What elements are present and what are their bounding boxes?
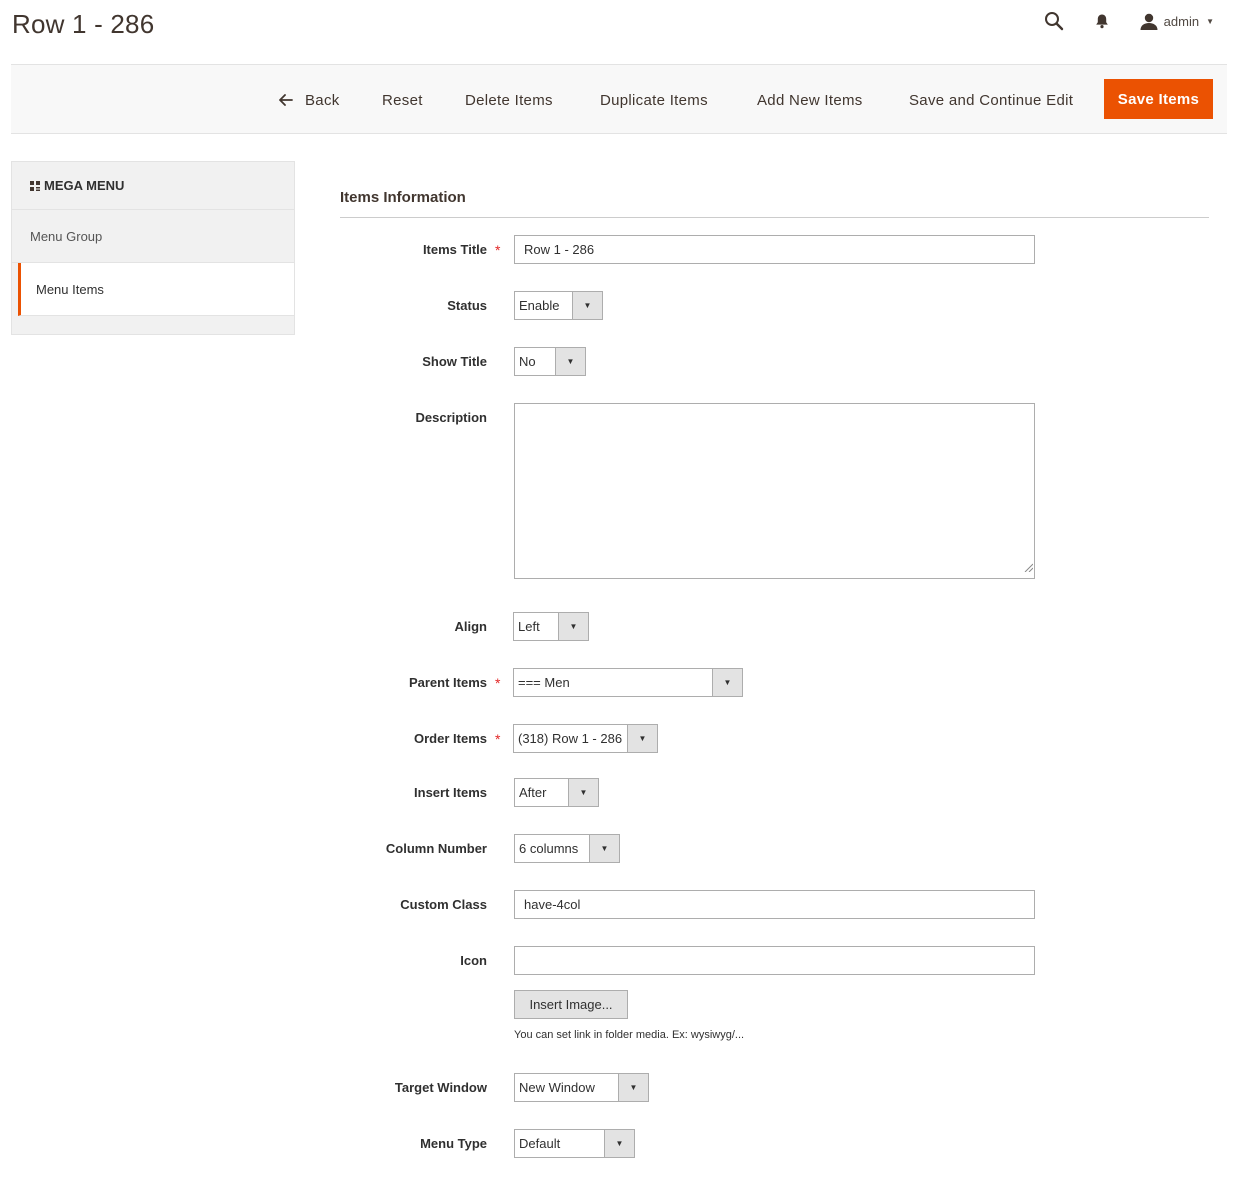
insert-items-label: Insert Items: [414, 785, 487, 800]
required-marker: *: [495, 675, 501, 691]
column-number-select[interactable]: 6 columns ▼: [514, 834, 620, 863]
target-window-label: Target Window: [394, 1080, 487, 1095]
target-window-value: New Window: [519, 1080, 595, 1095]
duplicate-items-button[interactable]: Duplicate Items: [600, 65, 708, 135]
show-title-value: No: [519, 354, 536, 369]
section-title: Items Information: [340, 189, 466, 206]
back-label: Back: [305, 91, 340, 109]
chevron-down-icon: ▼: [568, 779, 598, 806]
items-title-input[interactable]: Row 1 - 286: [514, 235, 1035, 264]
icon-label: Icon: [460, 953, 487, 968]
required-marker: *: [495, 731, 501, 747]
icon-input[interactable]: [514, 946, 1035, 975]
insert-items-value: After: [519, 785, 547, 800]
menu-type-label: Menu Type: [420, 1136, 487, 1151]
target-window-select[interactable]: New Window ▼: [514, 1073, 649, 1102]
chevron-down-icon: ▼: [572, 292, 602, 319]
insert-items-select[interactable]: After ▼: [514, 778, 599, 807]
show-title-label: Show Title: [422, 354, 487, 369]
delete-items-button[interactable]: Delete Items: [465, 65, 553, 135]
back-button[interactable]: Back: [279, 65, 340, 135]
align-select[interactable]: Left ▼: [513, 612, 589, 641]
chevron-down-icon: ▼: [712, 669, 742, 696]
reset-button[interactable]: Reset: [382, 65, 423, 135]
arrow-left-icon: [279, 94, 293, 106]
user-icon: [1140, 13, 1158, 30]
chevron-down-icon: ▼: [627, 725, 657, 752]
icon-note: You can set link in folder media. Ex: wy…: [514, 1029, 745, 1041]
section-divider: [340, 217, 1209, 218]
column-number-label: Column Number: [385, 841, 487, 856]
page-title: Row 1 - 286: [12, 9, 155, 39]
align-label: Align: [454, 619, 488, 634]
required-marker: *: [495, 242, 501, 258]
insert-image-button[interactable]: Insert Image...: [514, 990, 628, 1019]
sidebar-item-menu-items[interactable]: Menu Items: [18, 263, 294, 316]
order-items-select[interactable]: (318) Row 1 - 286 ▼: [513, 724, 658, 753]
chevron-down-icon: ▼: [604, 1130, 634, 1157]
user-menu[interactable]: admin ▼: [1140, 13, 1214, 30]
sidebar-heading-label: MEGA MENU: [44, 178, 125, 193]
align-value: Left: [518, 619, 540, 634]
save-and-continue-button[interactable]: Save and Continue Edit: [909, 65, 1073, 135]
items-title-label: Items Title: [422, 242, 487, 257]
custom-class-input[interactable]: have-4col: [514, 890, 1035, 919]
status-select[interactable]: Enable ▼: [514, 291, 603, 320]
order-items-label: Order Items: [414, 731, 487, 746]
chevron-down-icon: ▼: [558, 613, 588, 640]
menu-type-select[interactable]: Default ▼: [514, 1129, 635, 1158]
mega-menu-icon: [30, 180, 40, 191]
chevron-down-icon: ▼: [618, 1074, 648, 1101]
chevron-down-icon: ▼: [589, 835, 619, 862]
search-icon[interactable]: [1042, 9, 1066, 33]
status-label: Status: [447, 298, 487, 313]
description-label: Description: [415, 410, 487, 425]
parent-items-label: Parent Items: [408, 675, 487, 690]
add-new-items-button[interactable]: Add New Items: [757, 65, 863, 135]
show-title-select[interactable]: No ▼: [514, 347, 586, 376]
description-textarea[interactable]: [514, 403, 1035, 579]
sidebar-heading: MEGA MENU: [12, 162, 294, 210]
bell-icon[interactable]: [1090, 9, 1114, 33]
chevron-down-icon: ▼: [555, 348, 585, 375]
resize-handle-icon[interactable]: [1024, 559, 1034, 577]
chevron-down-icon: ▼: [1206, 16, 1214, 26]
parent-items-value: === Men: [518, 675, 570, 690]
custom-class-label: Custom Class: [400, 897, 487, 912]
column-number-value: 6 columns: [519, 841, 579, 856]
parent-items-select[interactable]: === Men ▼: [513, 668, 743, 697]
header-actions: admin ▼: [1042, 8, 1214, 34]
sidebar-item-menu-group[interactable]: Menu Group: [12, 210, 294, 263]
menu-type-value: Default: [519, 1136, 561, 1151]
user-name: admin: [1163, 13, 1200, 29]
status-value: Enable: [519, 298, 560, 313]
sidebar: MEGA MENU Menu Group Menu Items: [11, 161, 295, 335]
save-items-button[interactable]: Save Items: [1104, 79, 1213, 119]
page-actions-toolbar: Back Reset Delete Items Duplicate Items …: [11, 64, 1227, 134]
order-items-value: (318) Row 1 - 286: [518, 731, 623, 746]
